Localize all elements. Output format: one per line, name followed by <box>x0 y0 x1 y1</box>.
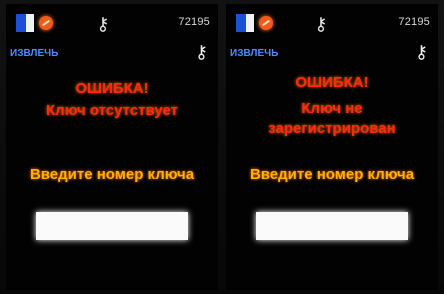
extract-button[interactable]: ИЗВЛЕЧЬ <box>230 48 278 59</box>
key-number-input[interactable] <box>36 212 188 240</box>
screen-left: ⚷ 72195 ИЗВЛЕЧЬ ⚷ ОШИБКА! Ключ отсутству… <box>6 4 218 290</box>
key-icon: ⚷ <box>314 14 328 34</box>
error-message-line-1: Ключ не <box>301 100 363 117</box>
key-icon: ⚷ <box>96 14 110 34</box>
key-number-input[interactable] <box>256 212 408 240</box>
counter: 72195 <box>178 16 210 28</box>
door-icon <box>16 14 34 32</box>
key-icon[interactable]: ⚷ <box>415 42 428 63</box>
error-message-line-1: Ключ отсутствует <box>46 102 178 119</box>
extract-button[interactable]: ИЗВЛЕЧЬ <box>10 48 58 59</box>
key-number-prompt: Введите номер ключа <box>29 166 195 183</box>
key-icon[interactable]: ⚷ <box>195 42 208 63</box>
counter: 72195 <box>398 16 430 28</box>
door-icon <box>236 14 254 32</box>
status-bar: ⚷ 72195 <box>226 4 438 38</box>
key-number-prompt: Введите номер ключа <box>249 166 415 183</box>
status-bar: ⚷ 72195 <box>6 4 218 38</box>
warning-circle-icon <box>39 16 53 30</box>
warning-circle-icon <box>259 16 273 30</box>
error-title: ОШИБКА! <box>295 74 369 91</box>
screen-right: ⚷ 72195 ИЗВЛЕЧЬ ⚷ ОШИБКА! Ключ не зареги… <box>226 4 438 290</box>
error-message-line-2: зарегистрирован <box>268 120 396 137</box>
error-title: ОШИБКА! <box>75 80 149 97</box>
